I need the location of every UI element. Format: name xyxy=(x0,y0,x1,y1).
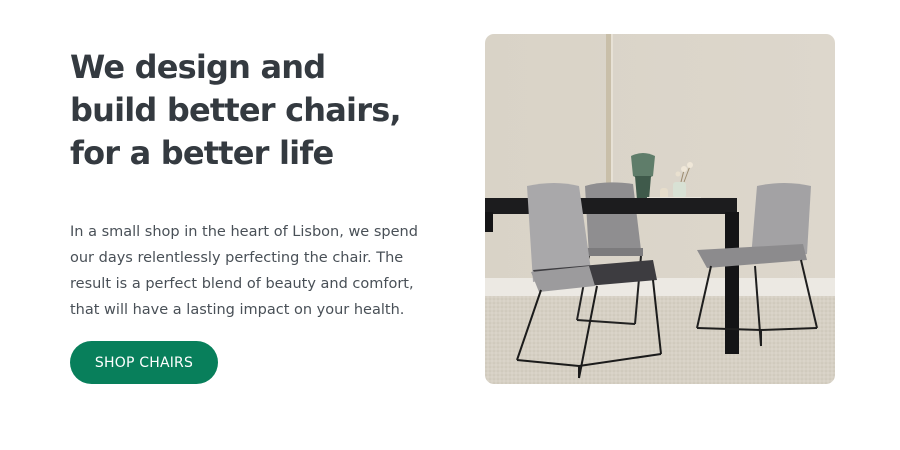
hero-headline: We design and build better chairs, for a… xyxy=(70,48,402,172)
hero-description: In a small shop in the heart of Lisbon, … xyxy=(70,224,418,318)
shop-chairs-button[interactable]: SHOP CHAIRS xyxy=(70,341,218,384)
wall-pipe xyxy=(606,34,611,184)
hero-chairs-image xyxy=(485,34,835,384)
hero-section: We design and build better chairs, for a… xyxy=(0,0,900,450)
hero-text-block: We design and build better chairs, for a… xyxy=(70,46,430,384)
chairs-photo-illustration xyxy=(485,34,835,384)
